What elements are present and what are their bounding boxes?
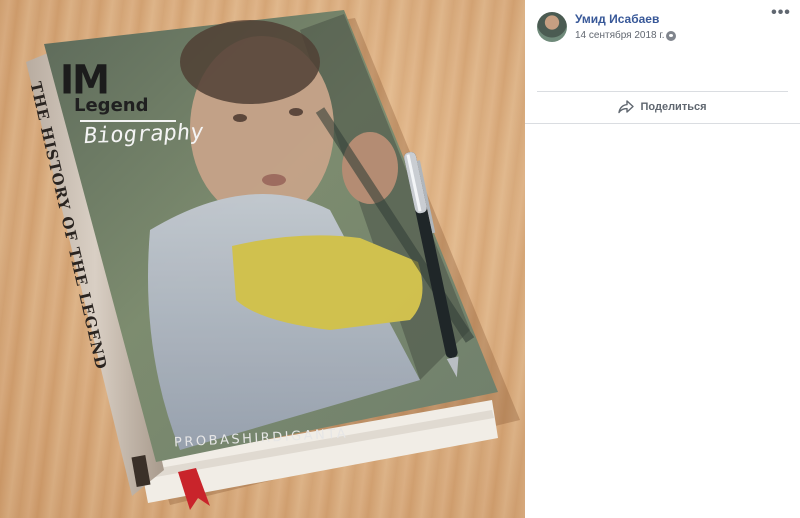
- share-arrow-icon: [618, 100, 635, 114]
- share-label: Поделиться: [640, 101, 707, 113]
- avatar[interactable]: [537, 12, 567, 42]
- cover-legend-text: Legend: [74, 95, 149, 116]
- globe-icon[interactable]: [666, 31, 676, 41]
- more-horizontal-icon[interactable]: •••: [771, 5, 791, 22]
- post-photo[interactable]: IM Legend Biography THE HISTORY OF THE L…: [0, 0, 525, 518]
- divider: [525, 123, 800, 124]
- post-timestamp[interactable]: 14 сентября 2018 г.: [575, 30, 665, 41]
- divider: [537, 91, 788, 92]
- author-name-link[interactable]: Умид Исабаев: [575, 12, 659, 26]
- cover-biography-text: Biography: [82, 119, 205, 150]
- post-info-panel: Умид Исабаев 14 сентября 2018 г. ••• Под…: [525, 0, 800, 518]
- share-button[interactable]: Поделиться: [537, 93, 788, 121]
